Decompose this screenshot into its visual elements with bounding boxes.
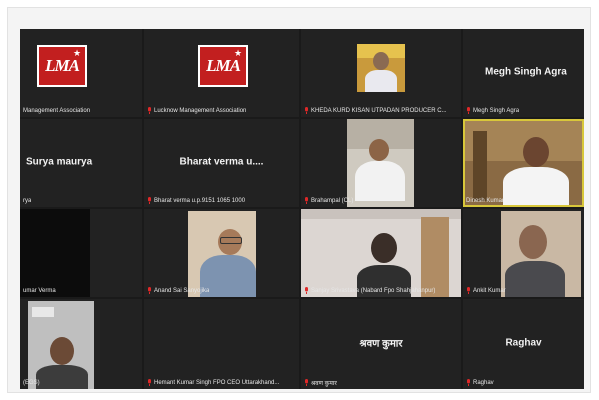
participant-label: (EGS)	[23, 378, 40, 387]
participant-tile[interactable]: Raghav Raghav	[463, 299, 584, 389]
participant-name: Bharat verma u.p.9151 1065 1000	[154, 197, 246, 204]
microphone-muted-icon	[148, 287, 151, 294]
microphone-muted-icon	[305, 197, 308, 204]
participant-tile[interactable]: Sanjay Srivastava (Nabard Fpo Shahjahanp…	[301, 209, 461, 297]
participant-name: Dinesh Kumar	[466, 197, 505, 204]
participant-label: Management Association	[23, 106, 90, 115]
participant-display-name: Bharat verma u....	[179, 156, 264, 168]
participant-tile[interactable]: ★ LMA Lucknow Management Association	[144, 29, 299, 117]
participant-video-dark	[20, 209, 90, 297]
participant-label: श्रवण कुमार	[304, 378, 337, 387]
participant-display-name: Megh Singh Agra	[485, 66, 567, 78]
participant-label: Raghav	[466, 378, 494, 387]
participant-label: Dinesh Kumar	[466, 196, 504, 205]
participant-name: umar Verma	[23, 287, 56, 294]
participant-tile[interactable]: Surya maurya rya	[20, 119, 142, 207]
participant-name: rya	[23, 197, 32, 204]
microphone-muted-icon	[467, 379, 470, 386]
participant-tile-active-speaker[interactable]: Dinesh Kumar	[463, 119, 584, 207]
participant-name: Lucknow Management Association	[154, 107, 247, 114]
participant-photo	[188, 211, 256, 297]
participant-label: Megh Singh Agra	[466, 106, 519, 115]
participant-tile[interactable]: Brahampal (CL)	[301, 119, 461, 207]
star-icon: ★	[73, 48, 82, 58]
participant-tile[interactable]: Anand Sai Sanyojika	[144, 209, 299, 297]
participant-photo	[301, 209, 461, 297]
participant-tile[interactable]: Ankit Kumar	[463, 209, 584, 297]
logo-text: LMA	[45, 56, 80, 75]
participant-label: Sanjay Srivastava (Nabard Fpo Shahjahanp…	[304, 286, 435, 295]
participant-tile[interactable]: ★ LMA Management Association	[20, 29, 142, 117]
participant-name: Ankit Kumar	[473, 287, 506, 294]
lma-logo: ★ LMA	[198, 45, 248, 87]
participant-name: KHEDA KURD KISAN UTPADAN PRODUCER C...	[311, 107, 447, 114]
microphone-muted-icon	[305, 287, 308, 294]
participant-name: Management Association	[23, 107, 91, 114]
participant-name: (EGS)	[23, 379, 40, 386]
participant-name: Raghav	[473, 379, 494, 386]
participant-tile[interactable]: श्रवण कुमार श्रवण कुमार	[301, 299, 461, 389]
participant-name: श्रवण कुमार	[311, 380, 337, 387]
participant-label: Bharat verma u.p.9151 1065 1000	[147, 196, 245, 205]
microphone-muted-icon	[467, 287, 470, 294]
participant-label: Brahampal (CL)	[304, 196, 353, 205]
microphone-muted-icon	[305, 379, 308, 386]
participant-name: Anand Sai Sanyojika	[154, 287, 210, 294]
participant-label: Anand Sai Sanyojika	[147, 286, 209, 295]
participant-tile[interactable]: Megh Singh Agra Megh Singh Agra	[463, 29, 584, 117]
participant-tile[interactable]: (EGS)	[20, 299, 142, 389]
microphone-muted-icon	[148, 107, 151, 114]
participant-name: Hemant Kumar Singh FPO CEO Uttarakhand..…	[154, 379, 280, 386]
participant-label: Lucknow Management Association	[147, 106, 246, 115]
participant-name: Megh Singh Agra	[473, 107, 520, 114]
participant-tile[interactable]: Hemant Kumar Singh FPO CEO Uttarakhand..…	[144, 299, 299, 389]
microphone-muted-icon	[467, 107, 470, 114]
participant-photo	[501, 211, 581, 297]
microphone-muted-icon	[148, 197, 151, 204]
lma-logo: ★ LMA	[37, 45, 87, 87]
participant-tile[interactable]: KHEDA KURD KISAN UTPADAN PRODUCER C...	[301, 29, 461, 117]
microphone-muted-icon	[148, 379, 151, 386]
participant-name: Brahampal (CL)	[311, 197, 354, 204]
participant-photo	[465, 121, 582, 205]
microphone-muted-icon	[305, 107, 308, 114]
participant-label: umar Verma	[23, 286, 56, 295]
logo-text: LMA	[206, 56, 241, 75]
participant-label: KHEDA KURD KISAN UTPADAN PRODUCER C...	[304, 106, 447, 115]
participant-tile[interactable]: umar Verma	[20, 209, 142, 297]
participant-tile[interactable]: Bharat verma u.... Bharat verma u.p.9151…	[144, 119, 299, 207]
participant-label: rya	[23, 196, 31, 205]
participant-photo	[28, 301, 94, 389]
participant-display-name: श्रवण कुमार	[359, 338, 403, 350]
participant-display-name: Surya maurya	[26, 156, 93, 168]
participant-label: Hemant Kumar Singh FPO CEO Uttarakhand..…	[147, 378, 279, 387]
participant-name: Sanjay Srivastava (Nabard Fpo Shahjahanp…	[311, 287, 436, 294]
participant-photo	[357, 44, 405, 92]
star-icon: ★	[234, 48, 243, 58]
participant-photo	[347, 119, 414, 207]
participant-label: Ankit Kumar	[466, 286, 506, 295]
video-grid: ★ LMA Management Association ★ LMA Luckn…	[20, 29, 584, 389]
participant-display-name: Raghav	[505, 337, 542, 349]
